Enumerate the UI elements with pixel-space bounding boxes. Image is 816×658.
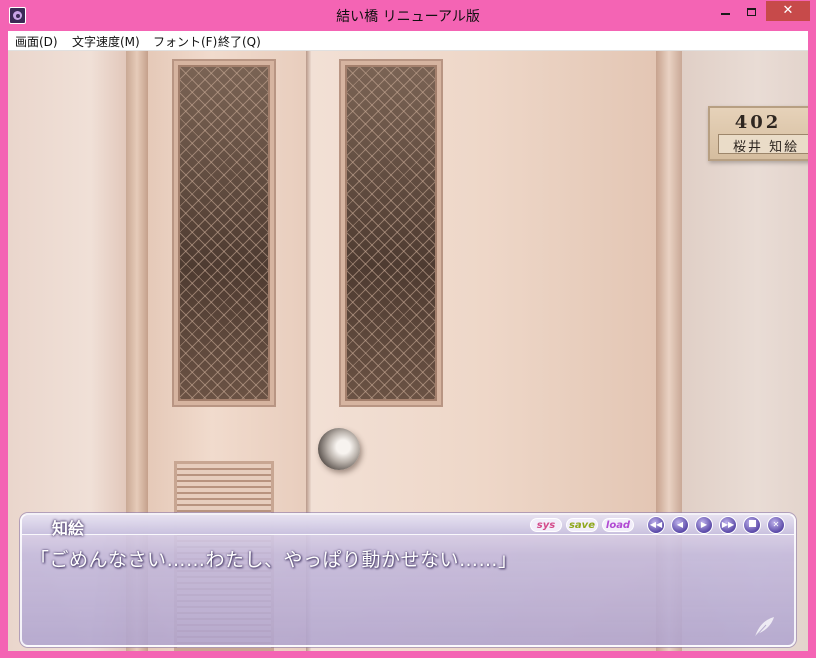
hide-window-button[interactable]: ✕ <box>767 516 785 534</box>
skip-button[interactable]: ▶▶ <box>719 516 737 534</box>
nameplate-name-box: 桜井 知絵 <box>718 134 808 155</box>
menu-screen[interactable]: 画面(D) <box>15 33 58 50</box>
load-button[interactable]: load <box>602 518 634 532</box>
sys-button[interactable]: sys <box>530 518 562 532</box>
maximize-icon <box>746 7 756 16</box>
maximize-button[interactable] <box>738 1 764 21</box>
back-icon: ◀ <box>676 520 684 529</box>
back-button[interactable]: ◀ <box>671 516 689 534</box>
door-window-right <box>341 61 441 405</box>
close-icon: ✕ <box>772 520 780 529</box>
rewind-button[interactable]: ◀◀ <box>647 516 665 534</box>
menu-bar: 画面(D) 文字速度(M) フォント(F) 終了(Q) <box>8 31 808 51</box>
menu-quit[interactable]: 終了(Q) <box>218 33 261 50</box>
door-window-left <box>174 61 274 405</box>
menu-text-speed[interactable]: 文字速度(M) <box>72 33 140 50</box>
title-bar[interactable]: 結い橋 リニューアル版 ✕ <box>0 0 816 32</box>
auto-play-button[interactable]: ▶ <box>695 516 713 534</box>
room-nameplate: 402 桜井 知絵 <box>708 106 808 161</box>
window-title: 結い橋 リニューアル版 <box>336 9 480 25</box>
stop-button[interactable] <box>743 516 761 534</box>
dialogue-text: 「ごめんなさい……わたし、やっぱり動かせない……」 <box>30 549 518 571</box>
wire-glass <box>347 67 435 399</box>
save-button[interactable]: save <box>566 518 598 532</box>
close-icon: ✕ <box>782 3 794 18</box>
game-screen[interactable]: 402 桜井 知絵 知絵 sys save load ◀◀ ◀ ▶ ▶▶ ✕ 「… <box>8 51 808 651</box>
wire-glass <box>180 67 268 399</box>
stop-icon <box>748 520 756 527</box>
rewind-icon: ◀◀ <box>649 520 663 529</box>
feather-icon <box>754 617 774 638</box>
resident-name: 桜井 知絵 <box>733 140 800 155</box>
minimize-button[interactable] <box>712 1 738 21</box>
name-strip: 知絵 sys save load ◀◀ ◀ ▶ ▶▶ ✕ <box>22 515 794 538</box>
room-number: 402 <box>734 112 782 133</box>
game-window: 結い橋 リニューアル版 ✕ 画面(D) 文字速度(M) フォント(F) 終了(Q… <box>0 0 816 658</box>
skip-icon: ▶▶ <box>721 520 735 529</box>
speaker-name: 知絵 <box>52 519 85 538</box>
menu-font[interactable]: フォント(F) <box>153 33 217 50</box>
play-icon: ▶ <box>700 520 708 529</box>
message-window[interactable]: 知絵 sys save load ◀◀ ◀ ▶ ▶▶ ✕ 「ごめんなさい……わた… <box>20 513 796 647</box>
door-knob <box>318 428 360 470</box>
close-button[interactable]: ✕ <box>766 1 810 21</box>
minimize-icon <box>720 12 730 15</box>
